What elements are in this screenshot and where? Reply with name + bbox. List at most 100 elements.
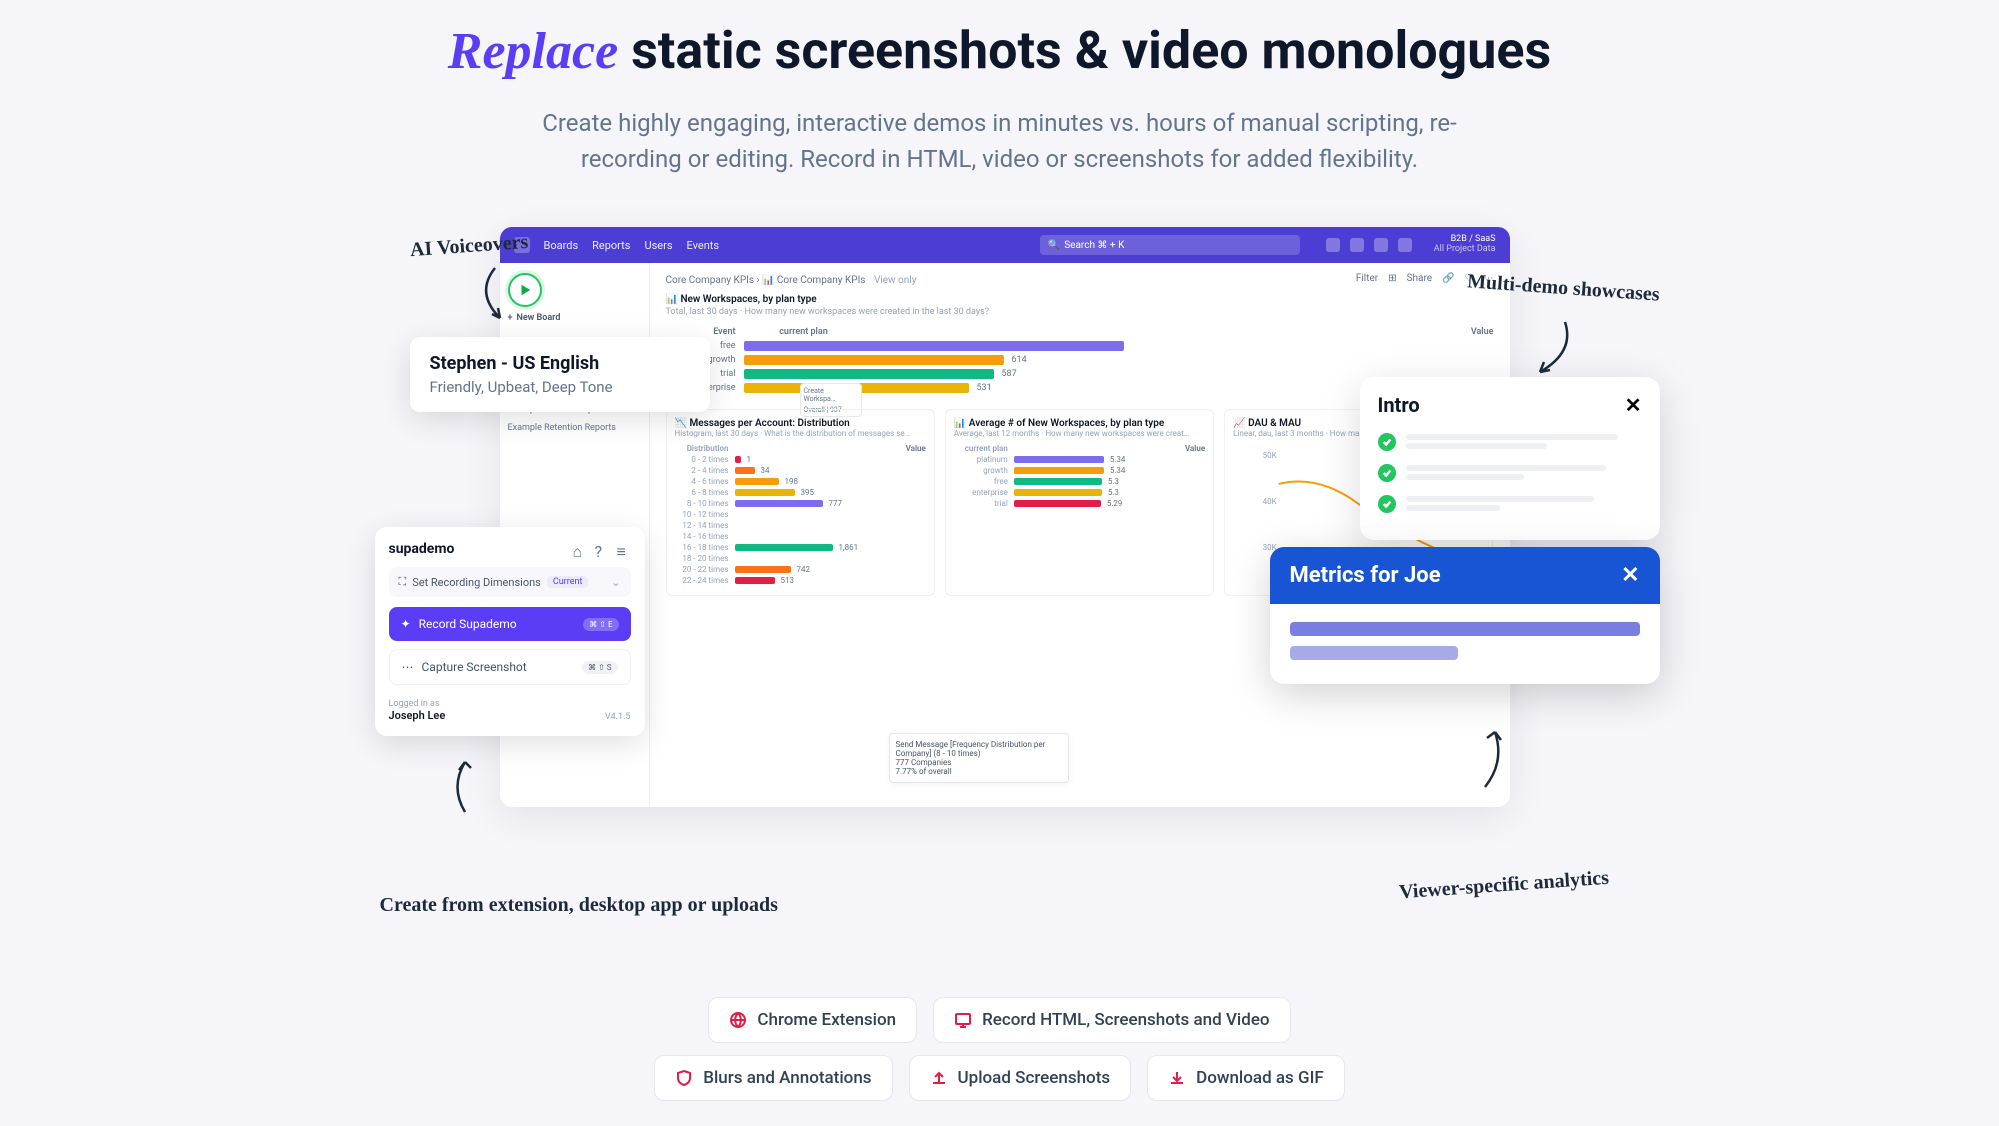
bar-label: 12 - 14 times — [675, 521, 729, 530]
help-icon[interactable]: ? — [595, 542, 609, 556]
download-icon — [1168, 1069, 1186, 1087]
upload-icon — [930, 1069, 948, 1087]
chart-tooltip: Send Message [Frequency Distribution per… — [889, 733, 1069, 783]
bar-value: 531 — [977, 383, 992, 393]
share-button[interactable]: Share — [1407, 273, 1432, 284]
title-highlight: Replace — [448, 23, 618, 80]
intro-step[interactable] — [1378, 493, 1642, 514]
panel-subtitle: Total, last 30 days · How many new works… — [666, 307, 1494, 317]
search-placeholder: Search ⌘ + K — [1064, 240, 1124, 251]
new-board-button[interactable]: + New Board — [508, 313, 641, 323]
metrics-bar — [1290, 622, 1640, 636]
bar-value: 614 — [1012, 355, 1027, 365]
col-header: Value — [1471, 327, 1494, 337]
card-avg-workspaces: 📊 Average # of New Workspaces, by plan t… — [945, 409, 1214, 596]
nav-users[interactable]: Users — [644, 239, 672, 252]
bar-value: 513 — [781, 576, 795, 585]
col-header: Event — [666, 327, 736, 337]
bar-value: 587 — [1002, 369, 1017, 379]
bar-fill — [1014, 489, 1102, 496]
filter-button[interactable]: Filter — [1356, 273, 1378, 284]
check-icon — [1378, 433, 1396, 451]
capture-shortcut: ⌘ ⇧ S — [582, 661, 617, 674]
bar-label: trial — [954, 499, 1008, 508]
bar-fill — [735, 489, 795, 496]
feature-pill[interactable]: Blurs and Annotations — [654, 1055, 892, 1101]
feature-label: Record HTML, Screenshots and Video — [982, 1010, 1269, 1030]
topbar-icon[interactable] — [1398, 238, 1412, 252]
bar-label: free — [954, 477, 1008, 486]
bar-label: 10 - 12 times — [675, 510, 729, 519]
col-header: current plan — [744, 327, 864, 337]
capture-label: Capture Screenshot — [422, 660, 527, 674]
shield-icon — [675, 1069, 693, 1087]
logged-label: Logged in as — [389, 699, 446, 709]
menu-icon[interactable]: ≡ — [617, 542, 631, 556]
intro-title: Intro — [1378, 393, 1420, 417]
home-icon[interactable]: ⌂ — [573, 542, 587, 556]
bar-label: 4 - 6 times — [675, 477, 729, 486]
title-rest: static screenshots & video monologues — [618, 20, 1551, 81]
dim-badge: Current — [547, 576, 589, 588]
bar-label: platinum — [954, 455, 1008, 464]
bar-fill — [1014, 478, 1102, 485]
bar-value: 1 — [747, 455, 752, 464]
feature-pill[interactable]: Chrome Extension — [708, 997, 917, 1043]
intro-step[interactable] — [1378, 431, 1642, 452]
bar-fill — [735, 500, 823, 507]
bar-value: 5.34 — [1110, 455, 1126, 464]
bar-value: 742 — [797, 565, 811, 574]
topbar-icon[interactable] — [1326, 238, 1340, 252]
feature-label: Download as GIF — [1196, 1068, 1324, 1088]
bar-label: 8 - 10 times — [675, 499, 729, 508]
bar-fill — [735, 577, 775, 584]
feature-pill[interactable]: Download as GIF — [1147, 1055, 1345, 1101]
topbar-icon[interactable] — [1374, 238, 1388, 252]
recording-dimensions[interactable]: ⛶ Set Recording Dimensions Current ⌄ — [389, 567, 631, 597]
dim-label: Set Recording Dimensions — [412, 576, 541, 589]
feature-pill[interactable]: Upload Screenshots — [909, 1055, 1132, 1101]
sidebar-item[interactable]: Example Retention Reports — [508, 419, 641, 437]
bar-value: 5.34 — [1110, 466, 1126, 475]
bar-value: 5.3 — [1108, 477, 1119, 486]
close-icon[interactable]: ✕ — [1625, 393, 1642, 417]
logged-user: Joseph Lee — [389, 709, 446, 722]
bar-fill — [735, 467, 755, 474]
topbar-icon[interactable] — [1350, 238, 1364, 252]
search-input[interactable]: 🔍 Search ⌘ + K — [1040, 235, 1300, 255]
nav-events[interactable]: Events — [687, 239, 720, 252]
record-button[interactable]: ✦ Record Supademo ⌘ ⇧ E — [389, 607, 631, 641]
metrics-bar — [1290, 646, 1458, 660]
bar-label: growth — [954, 466, 1008, 475]
intro-step[interactable] — [1378, 462, 1642, 483]
feature-pill[interactable]: Record HTML, Screenshots and Video — [933, 997, 1290, 1043]
account-info[interactable]: B2B / SaaS All Project Data — [1434, 235, 1496, 255]
annotation-extension: Create from extension, desktop app or up… — [380, 894, 778, 917]
bar-value: 34 — [761, 466, 770, 475]
feature-label: Blurs and Annotations — [703, 1068, 871, 1088]
metrics-title: Metrics for Joe — [1290, 563, 1441, 588]
bar-value: 395 — [801, 488, 815, 497]
breadcrumb-path[interactable]: Core Company KPIs › 📊 Core Company KPIs — [666, 275, 866, 286]
feature-pills: Chrome Extension Record HTML, Screenshots… — [0, 997, 1999, 1101]
bar-value: 5.29 — [1107, 499, 1123, 508]
svg-text:40K: 40K — [1263, 497, 1278, 506]
monitor-icon — [954, 1011, 972, 1029]
bar-fill — [735, 544, 833, 551]
intro-card: Intro ✕ — [1360, 377, 1660, 540]
bar-value: 1,861 — [839, 543, 859, 552]
check-icon — [1378, 495, 1396, 513]
close-icon[interactable]: ✕ — [1621, 563, 1639, 588]
chevron-down-icon: ⌄ — [611, 576, 620, 589]
bar-fill — [744, 355, 1004, 365]
feature-label: Upload Screenshots — [958, 1068, 1111, 1088]
page-title: Replace static screenshots & video monol… — [0, 0, 1999, 81]
bar-label: 14 - 16 times — [675, 532, 729, 541]
bar-fill — [735, 566, 791, 573]
record-shortcut: ⌘ ⇧ E — [583, 618, 618, 631]
check-icon — [1378, 464, 1396, 482]
capture-button[interactable]: ⋯ Capture Screenshot ⌘ ⇧ S — [389, 649, 631, 685]
voice-name: Stephen - US English — [430, 353, 690, 374]
nav-boards[interactable]: Boards — [544, 239, 579, 252]
nav-reports[interactable]: Reports — [592, 239, 630, 252]
